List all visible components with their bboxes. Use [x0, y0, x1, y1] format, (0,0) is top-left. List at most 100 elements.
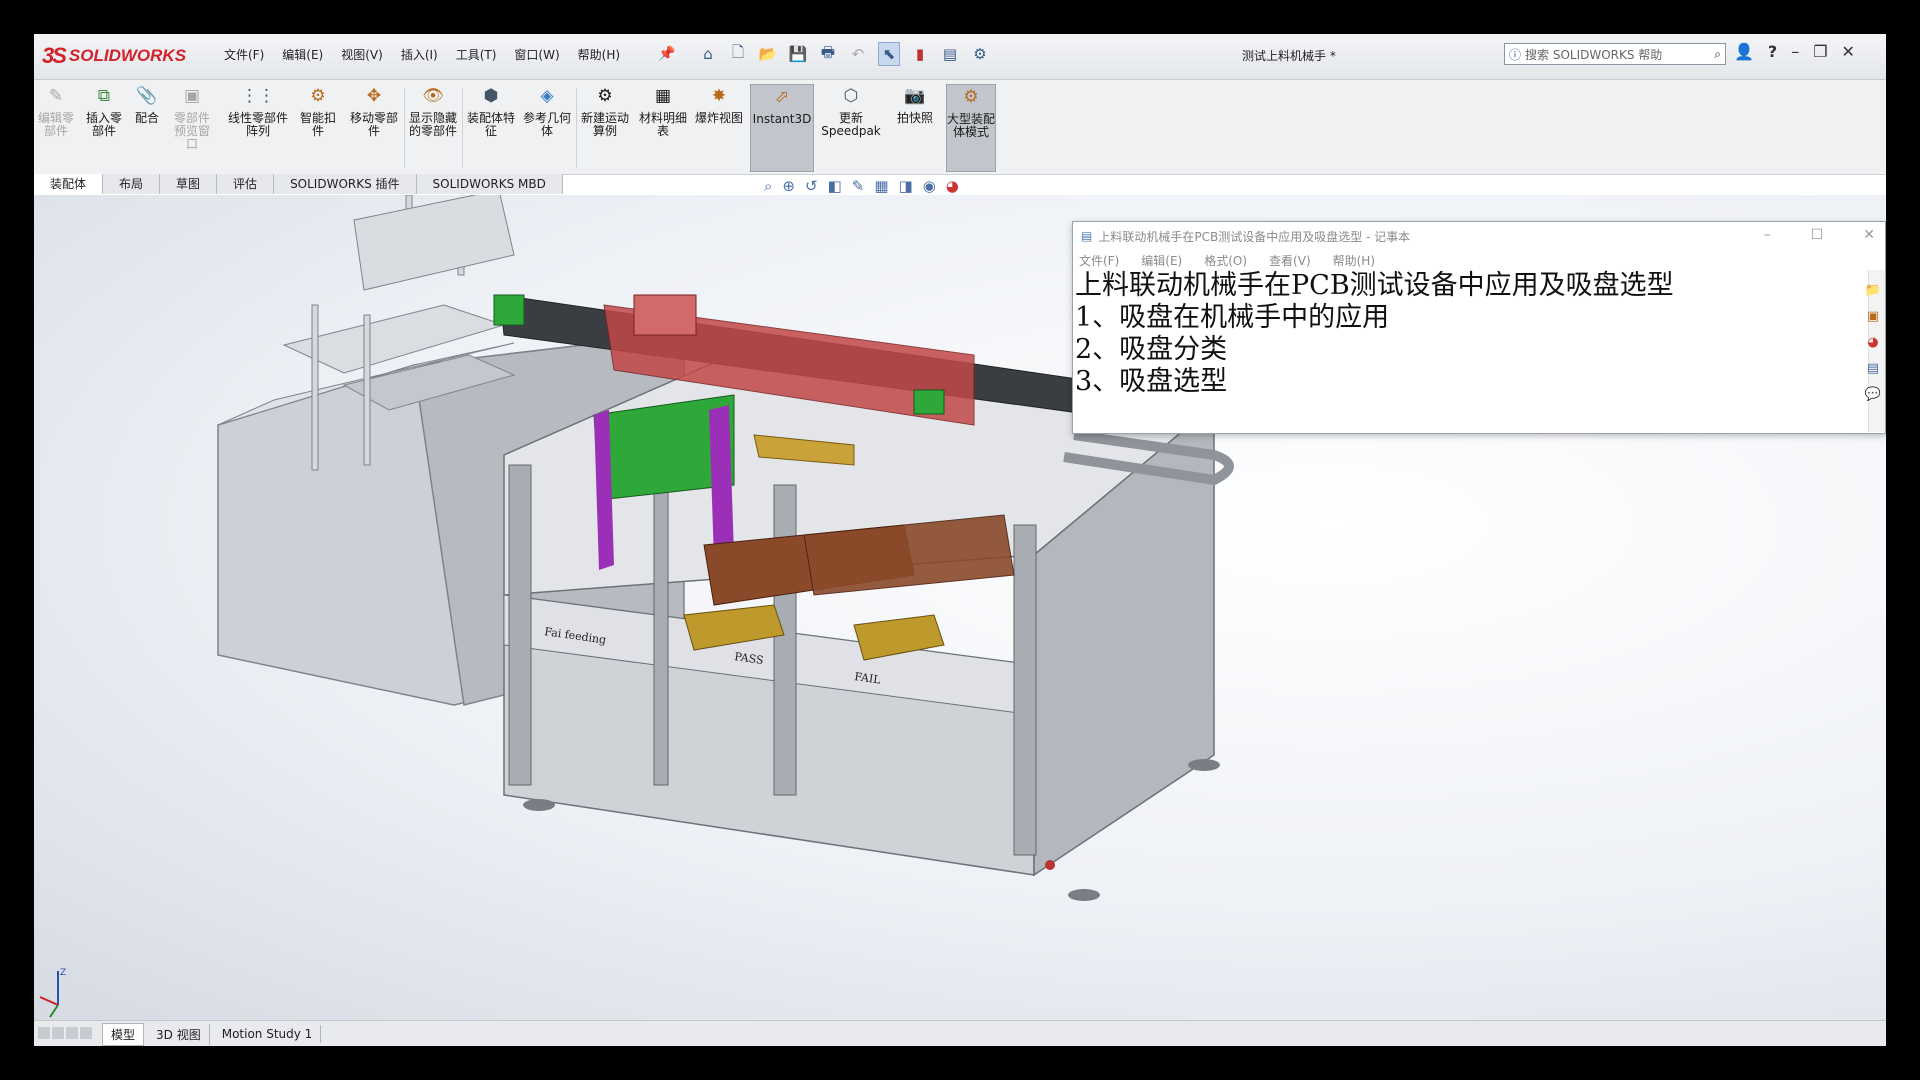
- section-view-icon[interactable]: ◧: [828, 177, 842, 195]
- model-tabs-bar: 模型 3D 视图 Motion Study 1: [34, 1020, 1886, 1046]
- ribbon-insert-component[interactable]: ⧉ 插入零部件: [82, 84, 126, 170]
- notepad-icon: ▤: [1081, 229, 1093, 243]
- file-properties-icon[interactable]: ▤: [940, 43, 960, 65]
- ribbon-take-snapshot[interactable]: 📷 拍快照: [890, 84, 940, 170]
- solidworks-logo[interactable]: 3S SOLIDWORKS: [42, 41, 186, 71]
- tab-layout[interactable]: 布局: [103, 174, 161, 194]
- appearance-icon[interactable]: ◕: [946, 177, 959, 195]
- custom-properties-icon[interactable]: ▤: [1863, 358, 1883, 378]
- ribbon-new-motion-study[interactable]: ⚙ 新建运动算例: [580, 84, 630, 170]
- close-icon[interactable]: ✕: [1842, 42, 1855, 61]
- ribbon-linear-pattern[interactable]: ⋮⋮ 线性零部件阵列: [228, 84, 288, 170]
- tab-3d-views[interactable]: 3D 视图: [148, 1023, 210, 1045]
- notepad-window[interactable]: ▤ 上料联动机械手在PCB测试设备中应用及吸盘选型 - 记事本 – ☐ ✕ 文件…: [1072, 221, 1886, 434]
- ribbon-label: 显示隐藏的零部件: [408, 111, 457, 138]
- notepad-menu-view[interactable]: 查看(V): [1269, 252, 1311, 269]
- menu-file[interactable]: 文件(F): [224, 46, 264, 63]
- appearances-icon[interactable]: ◕: [1863, 332, 1883, 352]
- ribbon-instant3d[interactable]: ⬀ Instant3D: [750, 84, 814, 172]
- notepad-maximize-icon[interactable]: ☐: [1811, 227, 1824, 243]
- tab-scroll-arrows[interactable]: [38, 1027, 98, 1041]
- undo-icon[interactable]: ↶: [848, 43, 868, 65]
- menu-insert[interactable]: 插入(I): [401, 46, 438, 63]
- restore-icon[interactable]: ❐: [1813, 42, 1827, 61]
- notepad-titlebar[interactable]: ▤ 上料联动机械手在PCB测试设备中应用及吸盘选型 - 记事本 – ☐ ✕: [1073, 222, 1885, 250]
- ribbon-label: 移动零部件: [350, 111, 399, 138]
- notepad-text-area[interactable]: 上料联动机械手在PCB测试设备中应用及吸盘选型 1、吸盘在机械手中的应用 2、吸…: [1073, 270, 1885, 398]
- caster-wheel: [1045, 860, 1055, 870]
- window-controls: 👤 ? – ❐ ✕: [1734, 42, 1855, 61]
- pin-menu-icon[interactable]: 📌: [658, 46, 675, 62]
- ribbon-assembly-feature[interactable]: ⬢ 装配体特征: [466, 84, 516, 170]
- green-end-block: [493, 294, 525, 326]
- ribbon-label: 拍快照: [896, 111, 933, 125]
- previous-view-icon[interactable]: ↺: [805, 177, 818, 195]
- notepad-menu-format[interactable]: 格式(O): [1204, 252, 1247, 269]
- forum-icon[interactable]: 💬: [1863, 384, 1883, 404]
- design-library-icon[interactable]: 📁: [1863, 280, 1883, 300]
- tab-model[interactable]: 模型: [102, 1022, 145, 1046]
- ribbon-label: 参考几何体: [522, 111, 571, 138]
- notepad-close-icon[interactable]: ✕: [1863, 227, 1875, 243]
- dynamic-annotation-icon[interactable]: ✎: [852, 177, 865, 195]
- tab-motion-study-1[interactable]: Motion Study 1: [214, 1025, 322, 1043]
- quick-access-toolbar: ⌂ 🗋 📂 💾 🖶 ↶ ⬉ ▮ ▤ ⚙: [698, 42, 990, 66]
- tab-mbd[interactable]: SOLIDWORKS MBD: [416, 174, 563, 194]
- home-icon[interactable]: ⌂: [698, 43, 718, 65]
- exploded-view-icon: ✸: [711, 85, 727, 106]
- ribbon-show-hidden[interactable]: 👁 显示隐藏的零部件: [408, 84, 458, 170]
- menu-edit[interactable]: 编辑(E): [282, 46, 323, 63]
- frame-post: [653, 484, 669, 786]
- ribbon-label: 智能扣件: [299, 111, 336, 138]
- help-question-icon[interactable]: ?: [1768, 42, 1777, 61]
- ribbon-update-speedpak[interactable]: ⬡ 更新Speedpak: [820, 84, 882, 170]
- view-orientation-icon[interactable]: ▦: [874, 177, 888, 195]
- main-menu: 文件(F) 编辑(E) 视图(V) 插入(I) 工具(T) 窗口(W) 帮助(H…: [224, 46, 620, 63]
- zoom-to-fit-icon[interactable]: ⌕: [764, 177, 772, 195]
- frame-post: [508, 464, 532, 786]
- open-icon[interactable]: 📂: [758, 43, 778, 65]
- notepad-menu-edit[interactable]: 编辑(E): [1141, 252, 1182, 269]
- notepad-menu-help[interactable]: 帮助(H): [1333, 252, 1375, 269]
- ribbon-mate[interactable]: 📎 配合: [132, 84, 162, 170]
- minimize-icon[interactable]: –: [1791, 42, 1799, 61]
- search-icon[interactable]: ⌕: [1714, 47, 1721, 62]
- display-style-icon[interactable]: ◨: [899, 177, 913, 195]
- options-gear-icon[interactable]: ⚙: [970, 43, 990, 65]
- menu-window[interactable]: 窗口(W): [514, 46, 559, 63]
- graphics-area[interactable]: Fai feeding PASS FAIL Z ▤ 上料联动机械手在PCB测试设…: [34, 177, 1886, 1020]
- traffic-light-icon[interactable]: ▮: [910, 43, 930, 65]
- new-document-icon[interactable]: 🗋: [728, 43, 748, 65]
- help-search-box[interactable]: ⓘ 搜索 SOLIDWORKS 帮助 ⌕: [1504, 43, 1726, 65]
- zoom-area-icon[interactable]: ⊕: [782, 177, 795, 195]
- ribbon-reference-geometry[interactable]: ◈ 参考几何体: [522, 84, 572, 170]
- tab-sketch[interactable]: 草图: [160, 174, 218, 194]
- leveling-foot: [1068, 889, 1100, 901]
- ribbon-large-assembly-mode[interactable]: ⚙ 大型装配体模式: [946, 84, 996, 172]
- select-icon[interactable]: ⬉: [878, 42, 900, 66]
- motor-block: [633, 294, 697, 336]
- ribbon-bom[interactable]: ▦ 材料明细表: [638, 84, 688, 170]
- tab-evaluate[interactable]: 评估: [217, 174, 275, 194]
- menu-help[interactable]: 帮助(H): [578, 46, 620, 63]
- ribbon-smart-fastener[interactable]: ⚙ 智能扣件: [296, 84, 340, 170]
- ribbon-move-component[interactable]: ✥ 移动零部件: [350, 84, 398, 170]
- title-menu-bar: 3S SOLIDWORKS 文件(F) 编辑(E) 视图(V) 插入(I) 工具…: [34, 34, 1886, 80]
- print-icon[interactable]: 🖶: [818, 43, 838, 65]
- menu-view[interactable]: 视图(V): [341, 46, 383, 63]
- notepad-menu-file[interactable]: 文件(F): [1079, 252, 1119, 269]
- ribbon-exploded-view[interactable]: ✸ 爆炸视图: [694, 84, 744, 170]
- show-hidden-icon: 👁: [422, 85, 444, 106]
- menu-tools[interactable]: 工具(T): [456, 46, 497, 63]
- tab-assembly[interactable]: 装配体: [34, 174, 104, 194]
- user-icon[interactable]: 👤: [1734, 42, 1754, 61]
- ribbon-component-preview[interactable]: ▣ 零部件预览窗口: [170, 84, 214, 170]
- top-plate: [353, 195, 515, 291]
- ribbon-edit-component[interactable]: ✎ 编辑零部件: [36, 84, 76, 170]
- notepad-minimize-icon[interactable]: –: [1764, 227, 1771, 243]
- hide-show-items-icon[interactable]: ◉: [923, 177, 936, 195]
- save-icon[interactable]: 💾: [788, 43, 808, 65]
- tab-addins[interactable]: SOLIDWORKS 插件: [274, 174, 417, 194]
- file-explorer-icon[interactable]: ▣: [1863, 306, 1883, 326]
- component-preview-icon: ▣: [183, 85, 201, 106]
